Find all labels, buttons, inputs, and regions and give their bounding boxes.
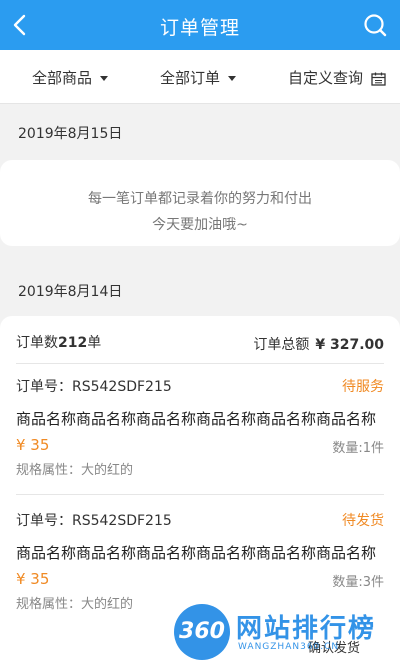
motto-card: 每一笔订单都记录着你的努力和付出 今天要加油哦~ (0, 160, 400, 246)
order-number: 订单号：RS542SDF215 (16, 513, 172, 529)
order-total: 订单总额 ¥ 327.00 (253, 334, 384, 354)
product-name: 商品名称商品名称商品名称商品名称商品名称商品名称 (16, 544, 377, 562)
watermark: 360 网站排行榜 WANGZHAN360.CN (174, 604, 394, 660)
custom-query-button[interactable]: 自定义查询 (288, 67, 386, 88)
watermark-logo-icon: 360 (174, 604, 230, 660)
product-spec: 规格属性：大的红的 (16, 463, 134, 478)
order-number: 订单号：RS542SDF215 (16, 379, 172, 395)
caret-down-icon (100, 76, 109, 81)
order-summary: 订单数212单 订单总额 ¥ 327.00 (16, 330, 384, 356)
product-name: 商品名称商品名称商品名称商品名称商品名称商品名称 (16, 410, 377, 428)
watermark-url: WANGZHAN360.CN (238, 642, 340, 652)
filter-products-dropdown[interactable]: 全部商品 (32, 67, 109, 88)
motto-line-1: 每一笔订单都记录着你的努力和付出 (88, 191, 312, 207)
filter-orders-label: 全部订单 (160, 69, 221, 87)
filter-orders-dropdown[interactable]: 全部订单 (160, 67, 237, 88)
order-total-label: 订单总额 (253, 337, 310, 353)
caret-down-icon (228, 76, 237, 81)
order-count: 订单数212单 (16, 332, 101, 352)
order-status: 待发货 (342, 513, 384, 529)
divider (16, 494, 384, 495)
product-spec: 规格属性：大的红的 (16, 597, 134, 612)
date-header: 2019年8月15日 (18, 126, 123, 142)
product-quantity: 数量:1件 (332, 441, 384, 456)
page-title: 订单管理 (159, 17, 240, 39)
product-price: ¥ 35 (16, 436, 50, 454)
calendar-icon (371, 72, 386, 86)
order-count-label: 订单数 (16, 335, 58, 351)
motto-line-2: 今天要加油哦~ (152, 217, 248, 233)
order-total-value: ¥ 327.00 (315, 337, 384, 353)
product-price: ¥ 35 (16, 570, 50, 588)
app-header: 订单管理 (0, 0, 400, 50)
watermark-text: 网站排行榜 (236, 614, 377, 644)
date-header: 2019年8月14日 (18, 284, 123, 300)
order-count-value: 212 (58, 335, 88, 351)
filter-products-label: 全部商品 (32, 69, 93, 87)
order-count-unit: 单 (87, 335, 102, 351)
divider (16, 363, 384, 364)
filter-bar: 全部商品 全部订单 自定义查询 (0, 50, 400, 104)
custom-query-label: 自定义查询 (288, 69, 364, 87)
order-item[interactable]: 订单号：RS542SDF215 待服务 商品名称商品名称商品名称商品名称商品名称… (16, 376, 384, 504)
product-quantity: 数量:3件 (332, 575, 384, 590)
order-status: 待服务 (342, 379, 384, 395)
search-icon[interactable] (362, 12, 388, 38)
